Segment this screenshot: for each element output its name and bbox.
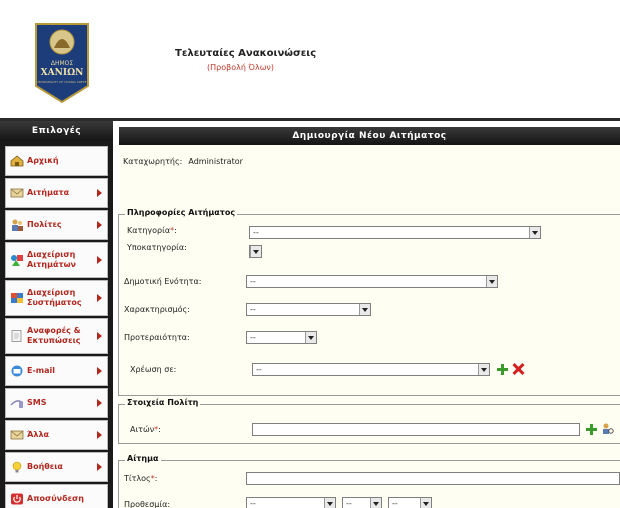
sidebar-item-label: Διαχείριση Αιτημάτων: [27, 250, 76, 269]
request-info-legend: Πληροφορίες Αιτήματος: [125, 208, 238, 217]
home-icon: [10, 155, 24, 167]
add-assignee-icon[interactable]: [497, 364, 508, 375]
announcements-title: Τελευταίες Ανακοινώσεις: [175, 48, 317, 59]
people-icon: [12, 219, 23, 231]
priority-select[interactable]: --: [246, 331, 317, 344]
chevron-right-icon: [97, 332, 102, 340]
envelope-icon: [10, 430, 24, 440]
sidebar-item-reports[interactable]: Αναφορές & Εκτυπώσεις: [5, 318, 108, 354]
request-legend: Αίτημα: [125, 454, 161, 463]
envelope-icon: [10, 188, 24, 198]
sidebar-item-help[interactable]: Βοήθεια: [5, 452, 108, 482]
sidebar-item-label: Πολίτες: [27, 220, 62, 229]
title-label: Τίτλος*:: [124, 474, 158, 483]
municipal-unit-select[interactable]: --: [246, 275, 498, 288]
priority-label: Προτεραιότητα:: [124, 333, 190, 342]
chevron-down-icon: [324, 498, 335, 508]
subcategory-label: Υποκατηγορία:: [127, 243, 187, 252]
sidebar-item-home[interactable]: Αρχική: [5, 146, 108, 176]
deadline-day-select[interactable]: --: [246, 497, 336, 508]
sidebar-item-label: Αποσύνδεση: [27, 494, 84, 503]
logo-line3: MUNICIPALITY OF CHANIA CRETE: [37, 80, 86, 84]
municipality-logo[interactable]: ΔΗΜΟΣ ΧΑΝΙΩΝ MUNICIPALITY OF CHANIA CRET…: [34, 22, 90, 104]
email-icon: [11, 365, 23, 377]
chevron-down-icon: [478, 364, 489, 375]
search-citizen-icon[interactable]: [601, 422, 614, 435]
applicant-label: Αιτών*:: [130, 425, 161, 434]
assign-select[interactable]: --: [252, 363, 490, 376]
deadline-label: Προθεσμία:: [124, 500, 171, 508]
sidebar-item-label: Αναφορές & Εκτυπώσεις: [27, 326, 81, 345]
chevron-right-icon: [97, 256, 102, 264]
chevron-right-icon: [97, 399, 102, 407]
document-icon: [11, 330, 22, 342]
creator-info: Καταχωρητής: Administrator: [123, 157, 243, 166]
subcategory-select[interactable]: [249, 245, 262, 258]
chevron-right-icon: [97, 294, 102, 302]
power-icon: [11, 493, 23, 505]
sidebar: Επιλογές Αρχική Αιτήματα Πολίτες Διαχείρ…: [0, 121, 113, 508]
citizen-legend: Στοιχεία Πολίτη: [125, 398, 201, 407]
chevron-down-icon: [370, 498, 381, 508]
sidebar-item-citizens[interactable]: Πολίτες: [5, 210, 108, 240]
page-title: Δημιουργία Νέου Αιτήματος: [119, 127, 620, 145]
chevron-right-icon: [97, 189, 102, 197]
category-select[interactable]: --: [249, 226, 541, 239]
deadline-year-select[interactable]: --: [388, 497, 432, 508]
sidebar-item-other[interactable]: Άλλα: [5, 420, 108, 450]
municipal-unit-label: Δημοτική Ενότητα:: [124, 277, 202, 286]
chevron-down-icon: [305, 332, 316, 343]
category-label: Κατηγορία*:: [127, 226, 177, 235]
chevron-right-icon: [97, 463, 102, 471]
chevron-down-icon: [359, 304, 370, 315]
chevron-down-icon: [486, 276, 497, 287]
sidebar-item-label: Διαχείριση Συστήματος: [27, 288, 82, 307]
chart-icon: [11, 293, 23, 303]
title-input[interactable]: [246, 472, 620, 485]
creator-label: Καταχωρητής:: [123, 157, 183, 166]
logo-line1: ΔΗΜΟΣ: [51, 60, 74, 67]
characterization-label: Χαρακτηρισμός:: [124, 305, 190, 314]
chevron-down-icon: [250, 246, 261, 257]
sidebar-item-email[interactable]: E-mail: [5, 356, 108, 386]
applicant-input[interactable]: [252, 423, 580, 436]
sidebar-item-label: Άλλα: [27, 430, 49, 439]
shapes-icon: [11, 255, 23, 266]
creator-value: Administrator: [188, 157, 243, 166]
chevron-right-icon: [97, 221, 102, 229]
sidebar-item-logout[interactable]: Αποσύνδεση: [5, 484, 108, 508]
chevron-down-icon: [529, 227, 540, 238]
sidebar-item-label: Βοήθεια: [27, 462, 63, 471]
add-citizen-icon[interactable]: [586, 424, 597, 435]
view-all-link[interactable]: (Προβολή Όλων): [207, 63, 274, 72]
sidebar-item-request-management[interactable]: Διαχείριση Αιτημάτων: [5, 242, 108, 278]
remove-assignee-icon[interactable]: [512, 363, 524, 375]
chevron-right-icon: [97, 431, 102, 439]
sidebar-item-label: SMS: [27, 398, 47, 407]
logo-line2: ΧΑΝΙΩΝ: [41, 68, 84, 78]
lightbulb-icon: [12, 461, 22, 473]
chevron-right-icon: [97, 367, 102, 375]
sidebar-item-label: E-mail: [27, 366, 56, 375]
deadline-month-select[interactable]: --: [342, 497, 382, 508]
sidebar-item-requests[interactable]: Αιτήματα: [5, 178, 108, 208]
sidebar-item-label: Αρχική: [27, 156, 59, 165]
sidebar-item-label: Αιτήματα: [27, 188, 70, 197]
sidebar-item-system-management[interactable]: Διαχείριση Συστήματος: [5, 280, 108, 316]
characterization-select[interactable]: --: [246, 303, 371, 316]
sidebar-item-sms[interactable]: SMS: [5, 388, 108, 418]
phone-icon: [10, 400, 24, 408]
assign-label: Χρέωση σε:: [130, 365, 177, 374]
sidebar-title: Επιλογές: [0, 121, 113, 141]
chevron-down-icon: [420, 498, 431, 508]
page-header: ΔΗΜΟΣ ΧΑΝΙΩΝ MUNICIPALITY OF CHANIA CRET…: [0, 0, 620, 118]
